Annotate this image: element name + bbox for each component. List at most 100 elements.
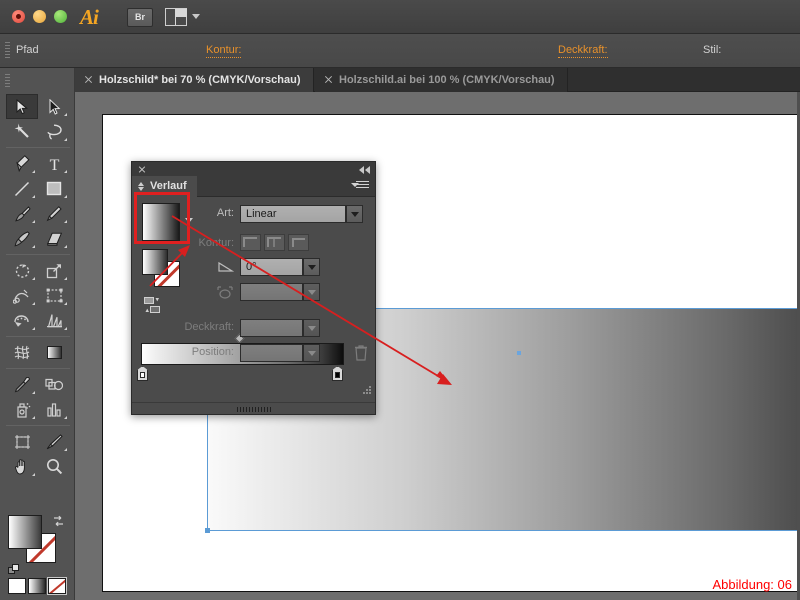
gradient-type-select[interactable]: Linear	[240, 205, 346, 223]
minimize-button[interactable]	[33, 10, 46, 23]
panel-drag-dots[interactable]	[236, 407, 271, 412]
panel-menu-icon[interactable]	[351, 181, 369, 192]
gradient-opacity-caret[interactable]	[303, 319, 320, 337]
eyedropper-tool[interactable]	[6, 372, 38, 397]
gradient-fill-stroke-toggle[interactable]	[142, 249, 184, 289]
blend-tool[interactable]	[38, 372, 70, 397]
stroke-weight-label[interactable]: Kontur:	[206, 44, 242, 58]
document-tab-bar: Holzschild* bei 70 % (CMYK/Vorschau) Hol…	[75, 68, 800, 92]
gradient-stop-end[interactable]	[332, 366, 343, 381]
zoom-button[interactable]	[54, 10, 67, 23]
panel-footer[interactable]	[132, 402, 375, 414]
document-tab-active[interactable]: Holzschild* bei 70 % (CMYK/Vorschau)	[75, 68, 314, 92]
svg-text:T: T	[49, 157, 59, 172]
panel-title-bar[interactable]	[132, 162, 375, 176]
window-controls	[12, 10, 67, 23]
tools-panel-grip[interactable]	[5, 74, 10, 88]
gradient-angle-icon	[210, 260, 235, 275]
reverse-gradient-icon[interactable]	[144, 297, 168, 313]
opacity-label[interactable]: Deckkraft:	[558, 44, 608, 58]
gradient-stroke-label: Kontur:	[198, 237, 234, 249]
control-bar: Pfad Kontur: Einfach Deckkraft: 100% Sti…	[0, 34, 800, 95]
free-transform-tool[interactable]	[38, 283, 70, 308]
default-fill-stroke-icon[interactable]	[8, 564, 21, 577]
illustrator-logo: Ai	[80, 5, 99, 29]
perspective-grid-tool[interactable]	[38, 308, 70, 333]
slice-tool[interactable]	[38, 429, 70, 454]
gradient-fill-swatch[interactable]	[142, 249, 168, 275]
hand-tool[interactable]	[6, 454, 38, 479]
gradient-tool[interactable]	[38, 340, 70, 365]
title-bar: Ai Br	[0, 0, 800, 34]
gradient-angle-caret[interactable]	[303, 258, 320, 276]
symbol-sprayer-tool[interactable]	[6, 397, 38, 422]
mesh-tool[interactable]	[6, 340, 38, 365]
chevron-down-icon[interactable]	[192, 14, 200, 19]
gradient-presets-caret[interactable]	[185, 218, 193, 223]
shape-builder-tool[interactable]	[6, 308, 38, 333]
tool-separator	[6, 147, 70, 148]
gradient-position-caret[interactable]	[303, 344, 320, 362]
close-icon[interactable]	[324, 75, 333, 84]
gradient-aspect-input[interactable]	[240, 283, 303, 301]
fill-mode-buttons	[8, 577, 67, 595]
none-mode-button[interactable]	[47, 577, 67, 595]
gradient-type-label: Art:	[216, 207, 234, 219]
rectangle-tool[interactable]	[38, 176, 70, 201]
selection-tool[interactable]	[6, 94, 38, 119]
document-tab-inactive[interactable]: Holzschild.ai bei 100 % (CMYK/Vorschau)	[315, 68, 568, 92]
control-bar-grip[interactable]	[5, 42, 10, 60]
stroke-across-button[interactable]	[288, 234, 309, 251]
close-icon[interactable]	[138, 166, 146, 174]
tool-separator	[6, 368, 70, 369]
gradient-position-label: Position:	[191, 346, 234, 358]
gradient-angle-input[interactable]: 0°	[240, 258, 303, 276]
collapse-to-icons-icon[interactable]	[359, 166, 370, 174]
lasso-tool[interactable]	[38, 119, 70, 144]
blob-brush-tool[interactable]	[6, 226, 38, 251]
swap-fill-stroke-icon[interactable]	[52, 515, 65, 528]
stroke-along-button[interactable]	[264, 234, 285, 251]
gradient-opacity-input[interactable]	[240, 319, 303, 337]
close-button[interactable]	[12, 10, 25, 23]
tab-verlauf[interactable]: Verlauf	[132, 176, 197, 197]
panel-tab-label: Verlauf	[150, 180, 187, 192]
selection-center-point	[517, 351, 521, 355]
tools-panel: T	[0, 68, 75, 600]
zoom-tool[interactable]	[38, 454, 70, 479]
column-graph-tool[interactable]	[38, 397, 70, 422]
pencil-tool[interactable]	[38, 201, 70, 226]
stroke-within-button[interactable]	[240, 234, 261, 251]
bridge-button[interactable]: Br	[127, 8, 153, 27]
rotate-tool[interactable]	[6, 258, 38, 283]
gradient-type-caret[interactable]	[346, 205, 363, 223]
close-icon[interactable]	[84, 75, 93, 84]
direct-selection-tool[interactable]	[38, 94, 70, 119]
scale-tool[interactable]	[38, 258, 70, 283]
arrange-documents-icon[interactable]	[165, 8, 187, 26]
delete-stop-icon[interactable]	[354, 344, 368, 361]
eraser-tool[interactable]	[38, 226, 70, 251]
width-tool[interactable]	[6, 283, 38, 308]
gradient-panel[interactable]: Verlauf Art: Linear Kontur: 0° Deckkraft…	[131, 161, 376, 415]
panel-resize-grip[interactable]	[363, 386, 371, 394]
fill-gradient-swatch[interactable]	[8, 515, 42, 549]
artboard-tool[interactable]	[6, 429, 38, 454]
selection-handle-bottom-left[interactable]	[205, 528, 210, 533]
gradient-panel-body: Art: Linear Kontur: 0° Deckkraft: Positi…	[132, 197, 375, 414]
style-label: Stil:	[703, 44, 722, 56]
type-tool[interactable]: T	[38, 151, 70, 176]
paintbrush-tool[interactable]	[6, 201, 38, 226]
gradient-position-input[interactable]	[240, 344, 303, 362]
color-mode-button[interactable]	[8, 578, 26, 594]
line-segment-tool[interactable]	[6, 176, 38, 201]
gradient-preview-swatch[interactable]	[142, 203, 180, 241]
selection-type-label: Pfad	[16, 44, 39, 56]
tool-separator	[6, 336, 70, 337]
gradient-mode-button[interactable]	[28, 578, 46, 594]
gradient-aspect-ratio-icon	[210, 285, 234, 303]
gradient-stop-start[interactable]	[137, 366, 148, 381]
gradient-aspect-caret[interactable]	[303, 283, 320, 301]
magic-wand-tool[interactable]	[6, 119, 38, 144]
pen-tool[interactable]	[6, 151, 38, 176]
